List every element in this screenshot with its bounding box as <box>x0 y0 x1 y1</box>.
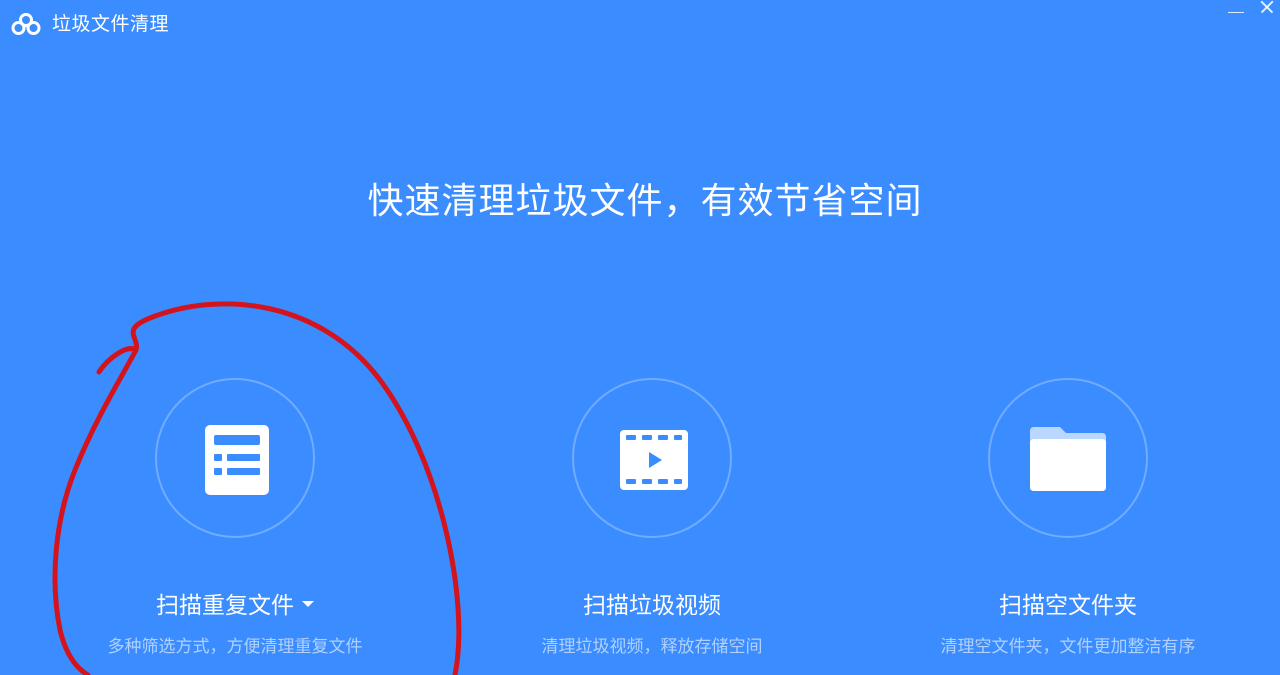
option-label[interactable]: 扫描重复文件 <box>35 591 435 621</box>
app-window: 垃圾文件清理 快速清理垃圾文件，有效节省空间 扫描重复文件 多种筛选方式，方便清… <box>0 0 1280 675</box>
icon-circle <box>988 378 1148 538</box>
video-film-icon <box>620 430 688 490</box>
page-headline: 快速清理垃圾文件，有效节省空间 <box>367 181 923 222</box>
icon-circle <box>572 378 732 538</box>
close-icon[interactable] <box>1257 0 1280 22</box>
minimize-icon[interactable] <box>1222 0 1250 22</box>
file-list-icon <box>205 425 269 495</box>
option-label[interactable]: 扫描空文件夹 <box>868 591 1268 621</box>
option-label[interactable]: 扫描垃圾视频 <box>452 591 852 621</box>
title-bar: 垃圾文件清理 <box>0 0 1280 46</box>
option-description: 清理空文件夹，文件更加整洁有序 <box>940 637 1196 657</box>
window-title: 垃圾文件清理 <box>52 13 170 35</box>
cloud-logo-icon <box>11 13 41 35</box>
option-label-text: 扫描重复文件 <box>156 593 294 619</box>
option-description: 清理垃圾视频，释放存储空间 <box>541 637 763 657</box>
option-description: 多种筛选方式，方便清理重复文件 <box>107 637 363 657</box>
dropdown-caret-icon[interactable] <box>302 600 314 607</box>
scan-duplicate-files-option[interactable]: 扫描重复文件 多种筛选方式，方便清理重复文件 <box>35 378 435 658</box>
icon-circle <box>155 378 315 538</box>
scan-junk-videos-option[interactable]: 扫描垃圾视频 清理垃圾视频，释放存储空间 <box>452 378 852 658</box>
folder-icon <box>1030 427 1106 491</box>
scan-empty-folders-option[interactable]: 扫描空文件夹 清理空文件夹，文件更加整洁有序 <box>868 378 1268 658</box>
